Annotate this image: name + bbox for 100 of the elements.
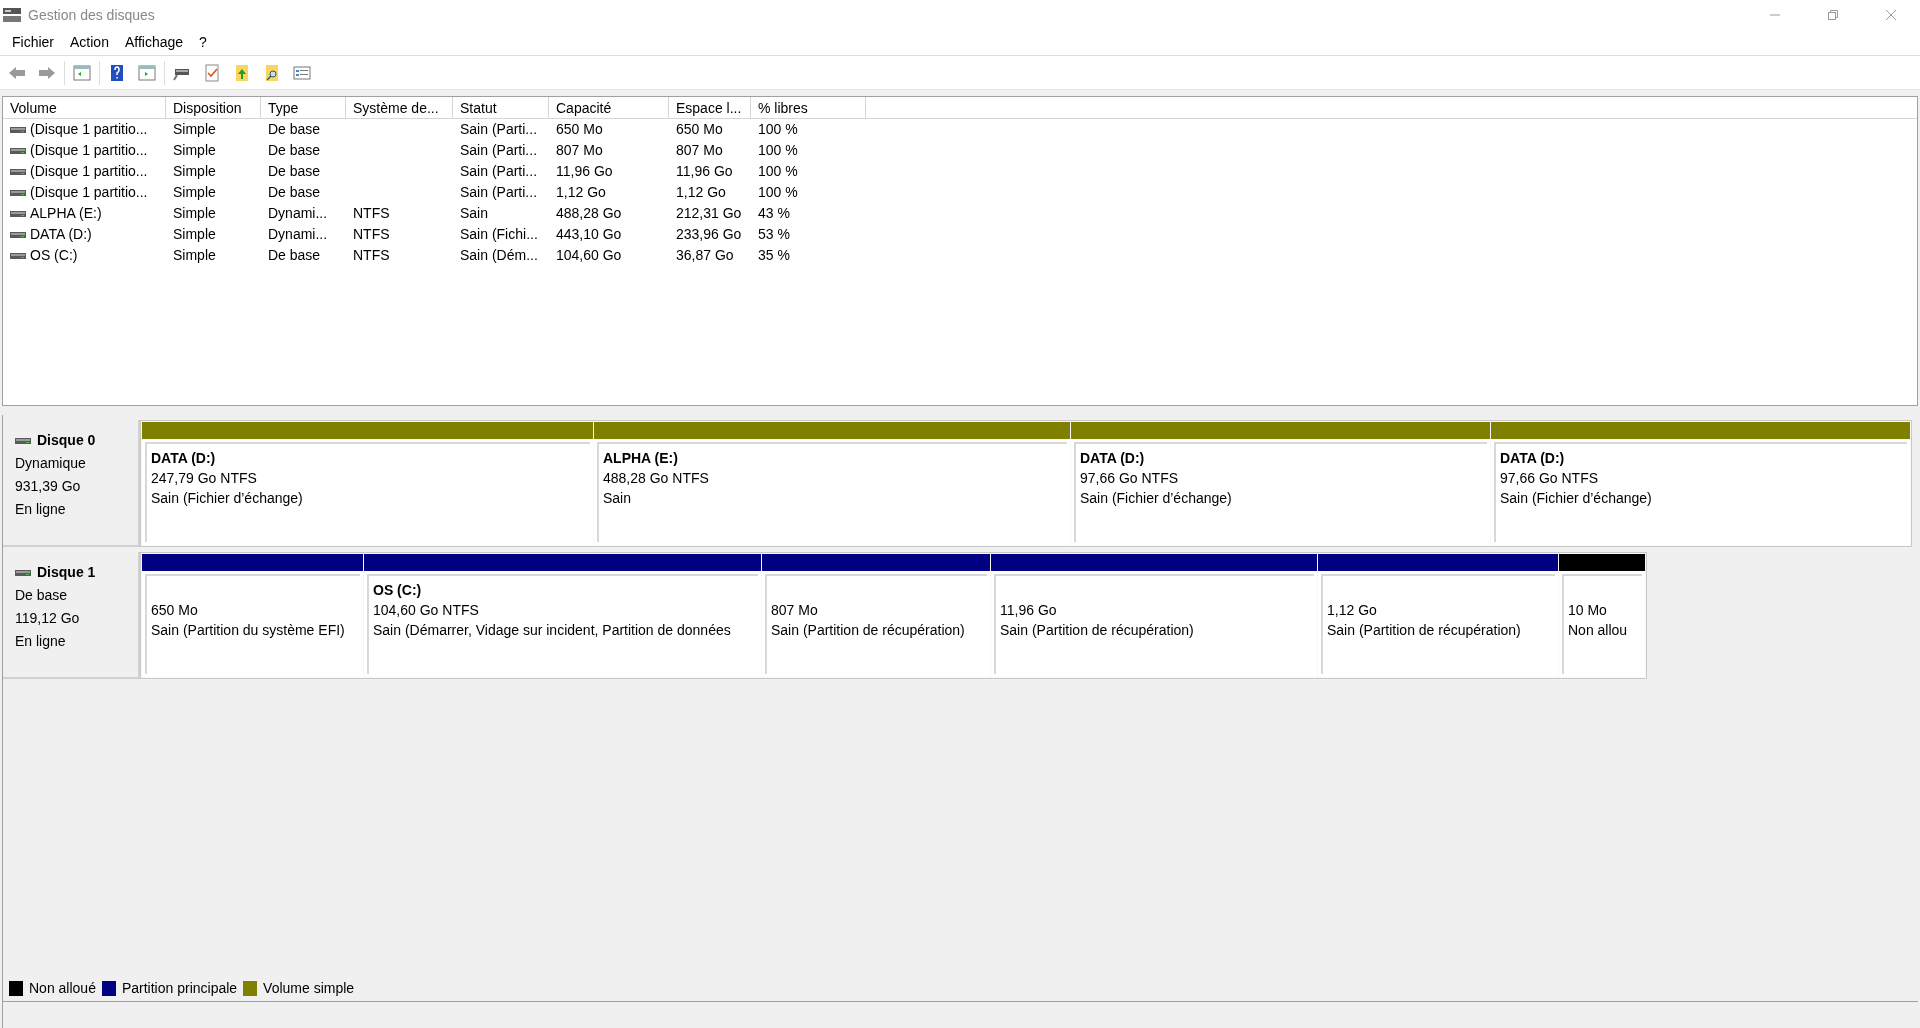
table-cell-text: 11,96 Go — [556, 162, 613, 181]
table-cell-text: Simple — [173, 162, 216, 181]
column-header[interactable]: Type — [261, 97, 346, 119]
table-cell-text: Sain — [460, 204, 489, 223]
drive-icon — [10, 166, 26, 177]
partition-status: Sain (Fichier d’échange) — [1080, 489, 1233, 508]
table-cell-text: 233,96 Go — [676, 225, 742, 244]
partition-block[interactable]: DATA (D:) 247,79 Go NTFS Sain (Fichier d’échange) — [142, 422, 593, 545]
partition-block[interactable]: ALPHA (E:) 488,28 Go NTFS Sain — [594, 422, 1070, 545]
partition-block[interactable]: 10 Mo Non allou — [1559, 554, 1645, 677]
table-cell-text: 1,12 Go — [676, 183, 726, 202]
table-cell-text: (Disque 1 partitio... — [30, 141, 148, 160]
disk-name: Disque 1 — [37, 563, 96, 582]
partition-size: 1,12 Go — [1327, 601, 1378, 620]
table-cell-text: De base — [268, 162, 321, 181]
table-cell-text: 488,28 Go — [556, 204, 622, 223]
table-cell-text: 650 Mo — [556, 120, 603, 139]
partition-status: Non allou — [1568, 621, 1629, 640]
drive-icon — [15, 435, 31, 446]
partition-block[interactable]: 11,96 Go Sain (Partition de récupération) — [991, 554, 1317, 677]
column-header[interactable]: Disposition — [166, 97, 261, 119]
table-cell-text: 807 Mo — [556, 141, 603, 160]
close-icon — [1885, 9, 1897, 21]
partition-block[interactable]: 650 Mo Sain (Partition du système EFI) — [142, 554, 363, 677]
partition-size: 488,28 Go NTFS — [603, 469, 710, 488]
column-header[interactable]: Système de... — [346, 97, 453, 119]
partition-status: Sain (Partition de récupération) — [771, 621, 966, 640]
menu-item[interactable]: Action — [62, 30, 117, 55]
partition-label: ALPHA (E:) — [603, 449, 679, 468]
table-cell-text: 100 % — [758, 141, 798, 160]
table-cell-text: Simple — [173, 246, 216, 265]
table-cell-text: DATA (D:) — [30, 225, 92, 244]
table-cell-text: 650 Mo — [676, 120, 723, 139]
table-cell-text: Sain (Parti... — [460, 141, 538, 160]
column-header[interactable]: Capacité — [549, 97, 669, 119]
menu-item[interactable]: ? — [191, 30, 215, 55]
table-cell-text: 11,96 Go — [676, 162, 733, 181]
partition-status: Sain — [603, 489, 633, 508]
properties-list-icon — [292, 63, 312, 82]
restore-icon — [1827, 9, 1839, 21]
table-cell-text: Sain (Dém... — [460, 246, 538, 265]
table-cell-text: Dynami... — [268, 225, 328, 244]
window-pane-icon — [137, 63, 157, 82]
table-cell-text: (Disque 1 partitio... — [30, 120, 148, 139]
drive-icon — [10, 187, 26, 198]
table-cell-text: De base — [268, 141, 321, 160]
disk-info-panel[interactable]: Disque 1 De base 119,12 Go En ligne — [3, 552, 140, 679]
table-cell-text: NTFS — [353, 225, 390, 244]
partition-block[interactable]: OS (C:) 104,60 Go NTFS Sain (Démarrer, Vidage sur incident, Partition de données — [364, 554, 761, 677]
partition-status: Sain (Partition de récupération) — [1327, 621, 1522, 640]
table-cell-text: De base — [268, 120, 321, 139]
partition-block[interactable]: DATA (D:) 97,66 Go NTFS Sain (Fichier d’échange) — [1071, 422, 1490, 545]
table-cell-text: 100 % — [758, 183, 798, 202]
menu-item[interactable]: Affichage — [116, 30, 192, 55]
partition-label: DATA (D:) — [1080, 449, 1146, 468]
disk-status: En ligne — [15, 500, 67, 519]
legend-label: Volume simple — [263, 979, 355, 998]
disk-type: Dynamique — [15, 454, 87, 473]
table-cell-text: Simple — [173, 141, 216, 160]
table-cell-text: Simple — [173, 204, 216, 223]
partition-label: DATA (D:) — [151, 449, 217, 468]
table-cell-text: Simple — [173, 120, 216, 139]
partition-status: Sain (Fichier d’échange) — [1500, 489, 1653, 508]
table-cell-text: 104,60 Go — [556, 246, 622, 265]
column-header[interactable]: % libres — [751, 97, 866, 119]
table-cell-text: 100 % — [758, 120, 798, 139]
table-cell-text: Simple — [173, 183, 216, 202]
partition-block[interactable]: 1,12 Go Sain (Partition de récupération) — [1318, 554, 1558, 677]
disk-size: 931,39 Go — [15, 477, 82, 496]
column-header[interactable]: Statut — [453, 97, 549, 119]
partition-block[interactable]: DATA (D:) 97,66 Go NTFS Sain (Fichier d’échange) — [1491, 422, 1910, 545]
partition-status: Sain (Démarrer, Vidage sur incident, Partition de données — [373, 621, 732, 640]
window-title: Gestion des disques — [28, 5, 155, 25]
menu-item[interactable]: Fichier — [4, 30, 62, 55]
window-pane-icon — [72, 63, 92, 82]
partition-size: 807 Mo — [771, 601, 819, 620]
disk-type: De base — [15, 586, 69, 605]
column-header[interactable]: Volume — [3, 97, 166, 119]
partition-status: Sain (Partition du système EFI) — [151, 621, 346, 640]
legend-label: Partition principale — [121, 979, 238, 998]
disk-info-panel[interactable]: Disque 0 Dynamique 931,39 Go En ligne — [3, 420, 140, 547]
partition-size: 10 Mo — [1568, 601, 1608, 620]
partition-size: 11,96 Go — [1000, 601, 1058, 620]
partition-block[interactable]: 807 Mo Sain (Partition de récupération) — [762, 554, 990, 677]
table-cell-text: 36,87 Go — [676, 246, 734, 265]
partition-status: Sain (Fichier d’échange) — [151, 489, 304, 508]
table-cell-text: 443,10 Go — [556, 225, 622, 244]
table-cell-text: (Disque 1 partitio... — [30, 183, 148, 202]
disk-size: 119,12 Go — [15, 609, 81, 628]
partition-size: 104,60 Go NTFS — [373, 601, 480, 620]
table-cell-text: OS (C:) — [30, 246, 78, 265]
app-icon — [2, 6, 22, 24]
partition-status: Sain (Partition de récupération) — [1000, 621, 1195, 640]
table-cell-text: De base — [268, 246, 321, 265]
drive-icon — [10, 145, 26, 156]
drive-icon — [10, 250, 26, 261]
partition-size: 247,79 Go NTFS — [151, 469, 258, 488]
column-header[interactable]: Espace l... — [669, 97, 751, 119]
table-cell-text: 212,31 Go — [676, 204, 742, 223]
partition-size: 97,66 Go NTFS — [1500, 469, 1600, 488]
